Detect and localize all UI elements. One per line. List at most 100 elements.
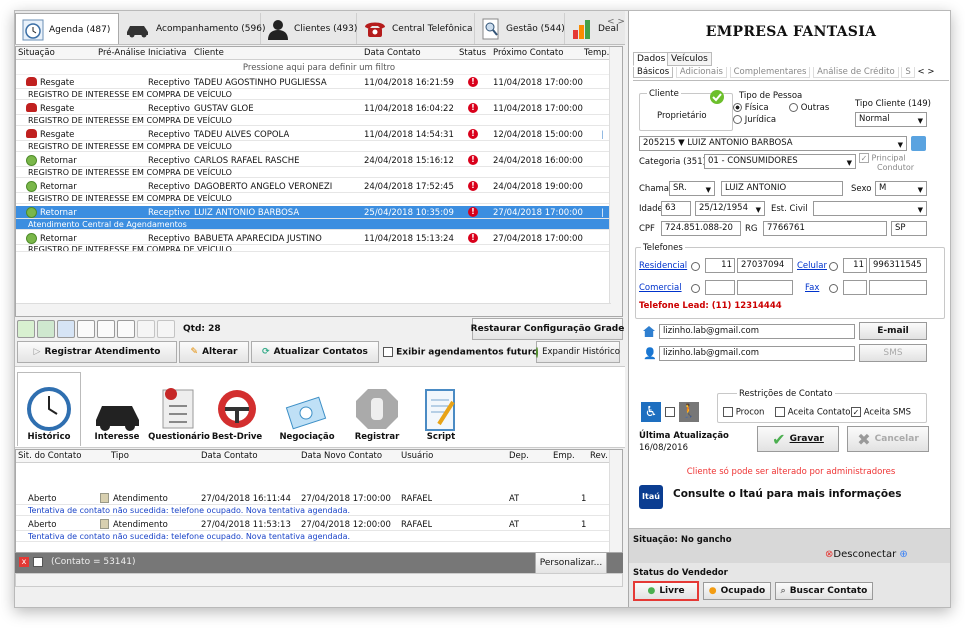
email2-field[interactable]: lizinho.lab@gmail.com xyxy=(659,346,855,361)
register-attendance-button[interactable]: ▷ Registrar Atendimento xyxy=(17,341,177,363)
itau-message[interactable]: Consulte o Itaú para mais informações xyxy=(673,488,901,500)
grid-horizontal-scrollbar[interactable] xyxy=(16,303,611,316)
table-row[interactable]: Resgate Receptivo GUSTAV GLOE 11/04/2018 16… xyxy=(16,102,610,115)
header-sit[interactable]: Sit. do Contato xyxy=(18,451,81,461)
person-search-icon[interactable] xyxy=(911,136,926,151)
header-situacao[interactable]: Situação xyxy=(18,48,55,58)
tab-s[interactable]: S xyxy=(901,67,915,78)
gravar-button[interactable]: ✔ Gravar xyxy=(757,426,839,452)
comercial-radio[interactable] xyxy=(691,284,700,293)
tab-complementares[interactable]: Complementares xyxy=(729,67,811,78)
excel-icon[interactable] xyxy=(37,319,55,338)
res-num-field[interactable]: 27037094 xyxy=(737,258,793,273)
tab-basicos[interactable]: Básicos xyxy=(633,67,674,78)
header-dep[interactable]: Dep. xyxy=(509,451,529,461)
fax-link[interactable]: Fax xyxy=(805,283,819,293)
close-filter-icon[interactable]: x xyxy=(19,557,29,567)
customize-button[interactable]: Personalizar... xyxy=(535,552,607,574)
procon-checkbox[interactable] xyxy=(723,407,733,417)
residencial-link[interactable]: Residencial xyxy=(639,261,687,271)
header-cliente[interactable]: Cliente xyxy=(194,48,224,58)
residencial-radio[interactable] xyxy=(691,262,700,271)
tab-analise[interactable]: Análise de Crédito xyxy=(813,67,899,78)
module-historico[interactable]: Histórico xyxy=(17,372,81,446)
email-button[interactable]: E-mail xyxy=(859,322,927,340)
cpf-field[interactable]: 724.851.088-20 xyxy=(661,221,741,236)
alter-button[interactable]: ✎ Alterar xyxy=(179,341,249,363)
table-row[interactable]: Resgate Receptivo TADEU AGOSTINHO PUGLIESS… xyxy=(16,76,610,89)
header-emp[interactable]: Emp. xyxy=(553,451,575,461)
sexo-select[interactable]: M ▼ xyxy=(875,181,927,196)
accessibility-checkbox[interactable] xyxy=(665,407,675,417)
header-tipo[interactable]: Tipo xyxy=(111,451,129,461)
cel-num-field[interactable]: 996311545 xyxy=(869,258,927,273)
module-script[interactable]: Script xyxy=(409,372,473,446)
aceita-contato-checkbox[interactable] xyxy=(775,407,785,417)
cliente-select[interactable]: 205215 ▼ LUIZ ANTONIO BARBOSA ▼ xyxy=(639,136,907,151)
update-contacts-button[interactable]: ⟳ Atualizar Contatos xyxy=(251,341,379,363)
ocupado-button[interactable]: ● Ocupado xyxy=(703,582,771,600)
comercial-link[interactable]: Comercial xyxy=(639,283,682,293)
plus-circle-icon[interactable]: ⊕ xyxy=(899,549,907,560)
tipo-cliente-select[interactable]: Normal ▼ xyxy=(855,112,927,127)
module-interesse[interactable]: Interesse xyxy=(85,372,149,446)
filter-row[interactable]: Pressione aqui para definir um filtro xyxy=(16,61,622,75)
livre-button[interactable]: ● Livre xyxy=(633,581,699,601)
nascimento-field[interactable]: 25/12/1954 ▼ xyxy=(695,201,765,216)
history-vertical-scrollbar[interactable] xyxy=(609,450,622,552)
header-data-contato[interactable]: Data Contato xyxy=(364,48,421,58)
aceita-contato-toggle[interactable]: Aceita Contato xyxy=(775,407,850,418)
print-icon[interactable] xyxy=(77,319,95,338)
tab-clientes[interactable]: Clientes (493) xyxy=(261,13,357,44)
fisica-radio[interactable] xyxy=(733,103,742,112)
future-checkbox[interactable] xyxy=(383,347,393,357)
tab-agenda[interactable]: Agenda (487) xyxy=(15,13,119,44)
celular-radio[interactable] xyxy=(829,262,838,271)
browser-icon[interactable] xyxy=(57,319,75,338)
tab-veiculos[interactable]: Veículos xyxy=(667,52,712,66)
rg-field[interactable]: 7766761 xyxy=(763,221,887,236)
cel-ddd-field[interactable]: 11 xyxy=(843,258,867,273)
table-row[interactable]: Retornar Receptivo BABUETA APARECIDA JUSTI… xyxy=(16,232,610,245)
print-preview-icon[interactable] xyxy=(97,319,115,338)
header-data[interactable]: Data Contato xyxy=(201,451,258,461)
header-novo[interactable]: Data Novo Contato xyxy=(301,451,382,461)
table-row[interactable]: Resgate Receptivo TADEU ALVES COPOLA 11/04/… xyxy=(16,128,610,141)
module-registrar[interactable]: Registrar xyxy=(345,372,409,446)
future-schedules-toggle[interactable]: Exibir agendamentos futuros xyxy=(383,347,544,358)
table-row[interactable]: Retornar Receptivo LUIZ ANTONIO BARBOSA 25/… xyxy=(16,206,610,219)
export-icon[interactable] xyxy=(17,319,35,338)
tab-scroll-arrows[interactable]: < > xyxy=(607,17,625,27)
radio-juridica[interactable]: Jurídica xyxy=(733,115,776,125)
history-horizontal-scrollbar[interactable] xyxy=(15,573,623,587)
principal-checkbox[interactable]: ✓ xyxy=(859,153,869,163)
history-row[interactable]: Aberto Atendimento 27/04/2018 11:53:13 27/0… xyxy=(16,518,610,531)
fax-radio[interactable] xyxy=(829,284,838,293)
document-icon[interactable] xyxy=(117,319,135,338)
tab-central[interactable]: Central Telefônica xyxy=(357,13,475,44)
subtab-arrows[interactable]: < > xyxy=(918,67,935,77)
chamar-select[interactable]: SR. ▼ xyxy=(669,181,715,196)
juridica-radio[interactable] xyxy=(733,115,742,124)
module-negociacao[interactable]: Negociação xyxy=(271,372,343,446)
estcivil-select[interactable]: ▼ xyxy=(813,201,927,216)
radio-fisica[interactable]: Física xyxy=(733,103,769,113)
procon-toggle[interactable]: Procon xyxy=(723,407,764,418)
categoria-select[interactable]: 01 - CONSUMIDORES ▼ xyxy=(704,154,856,169)
principal-toggle[interactable]: ✓ Principal xyxy=(859,153,906,163)
module-questionario[interactable]: Questionário xyxy=(147,372,211,446)
header-usuario[interactable]: Usuário xyxy=(401,451,433,461)
desconectar-button[interactable]: ⊗Desconectar ⊕ xyxy=(825,549,908,560)
res-ddd-field[interactable]: 11 xyxy=(705,258,735,273)
com-num-field[interactable] xyxy=(737,280,793,295)
radio-outras[interactable]: Outras xyxy=(789,103,829,113)
tab-dados[interactable]: Dados xyxy=(633,52,670,66)
header-status[interactable]: Status xyxy=(459,48,486,58)
grid-vertical-scrollbar[interactable] xyxy=(609,47,622,316)
celular-link[interactable]: Celular xyxy=(797,261,827,271)
sms-button[interactable]: SMS xyxy=(859,344,927,362)
table-row[interactable]: Retornar Receptivo DAGOBERTO ANGELO VERONE… xyxy=(16,180,610,193)
expand-history-button[interactable]: Expandir Histórico xyxy=(536,341,620,363)
header-proximo[interactable]: Próximo Contato xyxy=(493,48,563,58)
table-row[interactable]: Retornar Receptivo CARLOS RAFAEL RASCHE 24/… xyxy=(16,154,610,167)
